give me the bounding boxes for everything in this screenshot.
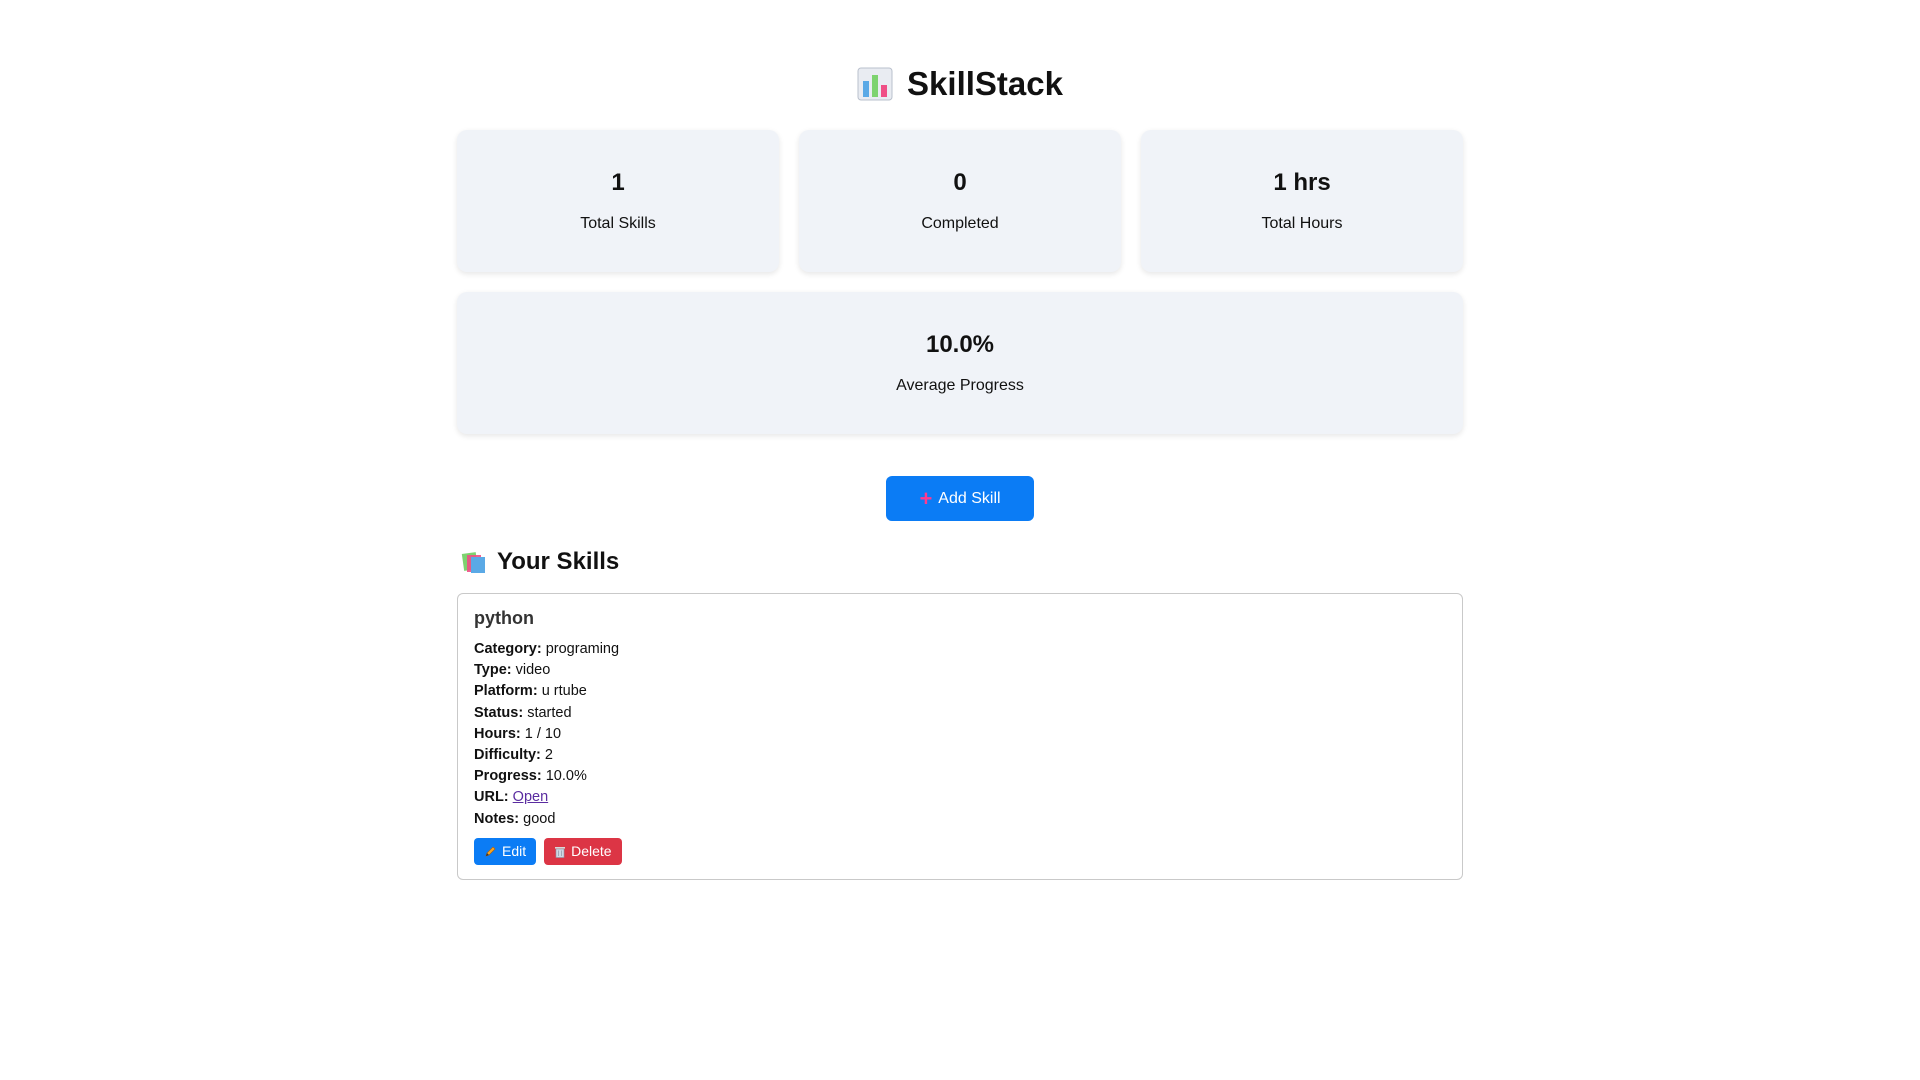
stat-card-average-progress: 10.0% Average Progress (457, 292, 1463, 434)
skill-status: Status: started (474, 703, 1446, 724)
edit-button[interactable]: Edit (474, 837, 537, 865)
trash-icon (554, 845, 566, 858)
stat-card-total-skills: 1 Total Skills (457, 130, 779, 272)
field-value: video (515, 662, 551, 679)
field-value: 10.0% (545, 768, 587, 785)
field-label: Progress: (474, 768, 542, 785)
stat-value: 1 (611, 169, 625, 196)
delete-button[interactable]: Delete (544, 837, 622, 865)
delete-label: Delete (571, 843, 612, 860)
skill-notes: Notes: good (474, 809, 1446, 830)
stat-value: 1 hrs (1273, 169, 1331, 196)
field-value: 1 / 10 (524, 725, 562, 742)
skill-hours: Hours: 1 / 10 (474, 724, 1446, 745)
plus-icon: + (919, 485, 933, 511)
app-title: SkillStack (907, 65, 1063, 102)
section-title: Your Skills (497, 548, 620, 575)
field-label: URL: (474, 789, 509, 806)
pencil-icon (484, 845, 497, 858)
app-header: SkillStack (457, 64, 1463, 104)
skill-difficulty: Difficulty: 2 (474, 745, 1446, 766)
add-skill-label: Add Skill (938, 489, 1001, 507)
stats-row: 1 Total Skills 0 Completed 1 hrs Total H… (457, 130, 1463, 272)
field-value: programing (545, 641, 620, 657)
skill-category: Category: programing (474, 639, 1446, 660)
skill-url-link[interactable]: Open (513, 789, 548, 805)
skill-actions: Edit Delete (474, 837, 1446, 865)
skill-progress: Progress: 10.0% (474, 766, 1446, 787)
field-label: Hours: (474, 725, 521, 742)
stat-value: 0 (953, 169, 967, 196)
field-label: Status: (474, 704, 524, 721)
skill-platform: Platform: u rtube (474, 681, 1446, 702)
add-skill-button[interactable]: + Add Skill (886, 476, 1034, 521)
stat-label: Total Skills (580, 215, 656, 232)
stat-card-total-hours: 1 hrs Total Hours (1141, 130, 1463, 272)
field-label: Platform: (474, 683, 538, 700)
add-skill-container: + Add Skill (457, 476, 1463, 521)
field-value: 2 (544, 747, 553, 764)
books-icon (461, 550, 487, 574)
bar-chart-icon (857, 67, 893, 101)
skill-name: python (474, 608, 534, 628)
stat-label: Average Progress (896, 377, 1024, 394)
field-value: good (523, 810, 556, 827)
stat-value: 10.0% (925, 331, 995, 358)
field-label: Category: (474, 641, 542, 657)
field-label: Difficulty: (474, 747, 541, 764)
skill-type: Type: video (474, 660, 1446, 681)
stat-label: Completed (921, 215, 999, 232)
edit-label: Edit (502, 843, 527, 860)
field-label: Notes: (474, 810, 520, 827)
skill-card: python Category: programing Type: video … (457, 593, 1463, 880)
stat-label: Total Hours (1261, 215, 1343, 232)
field-value: started (527, 704, 572, 721)
section-header: Your Skills (461, 545, 1463, 579)
skill-url: URL: Open (474, 787, 1446, 808)
field-label: Type: (474, 662, 512, 679)
stat-card-completed: 0 Completed (799, 130, 1121, 272)
page: SkillStack 1 Total Skills 0 Completed 1 … (457, 0, 1463, 880)
field-value: u rtube (541, 683, 587, 700)
